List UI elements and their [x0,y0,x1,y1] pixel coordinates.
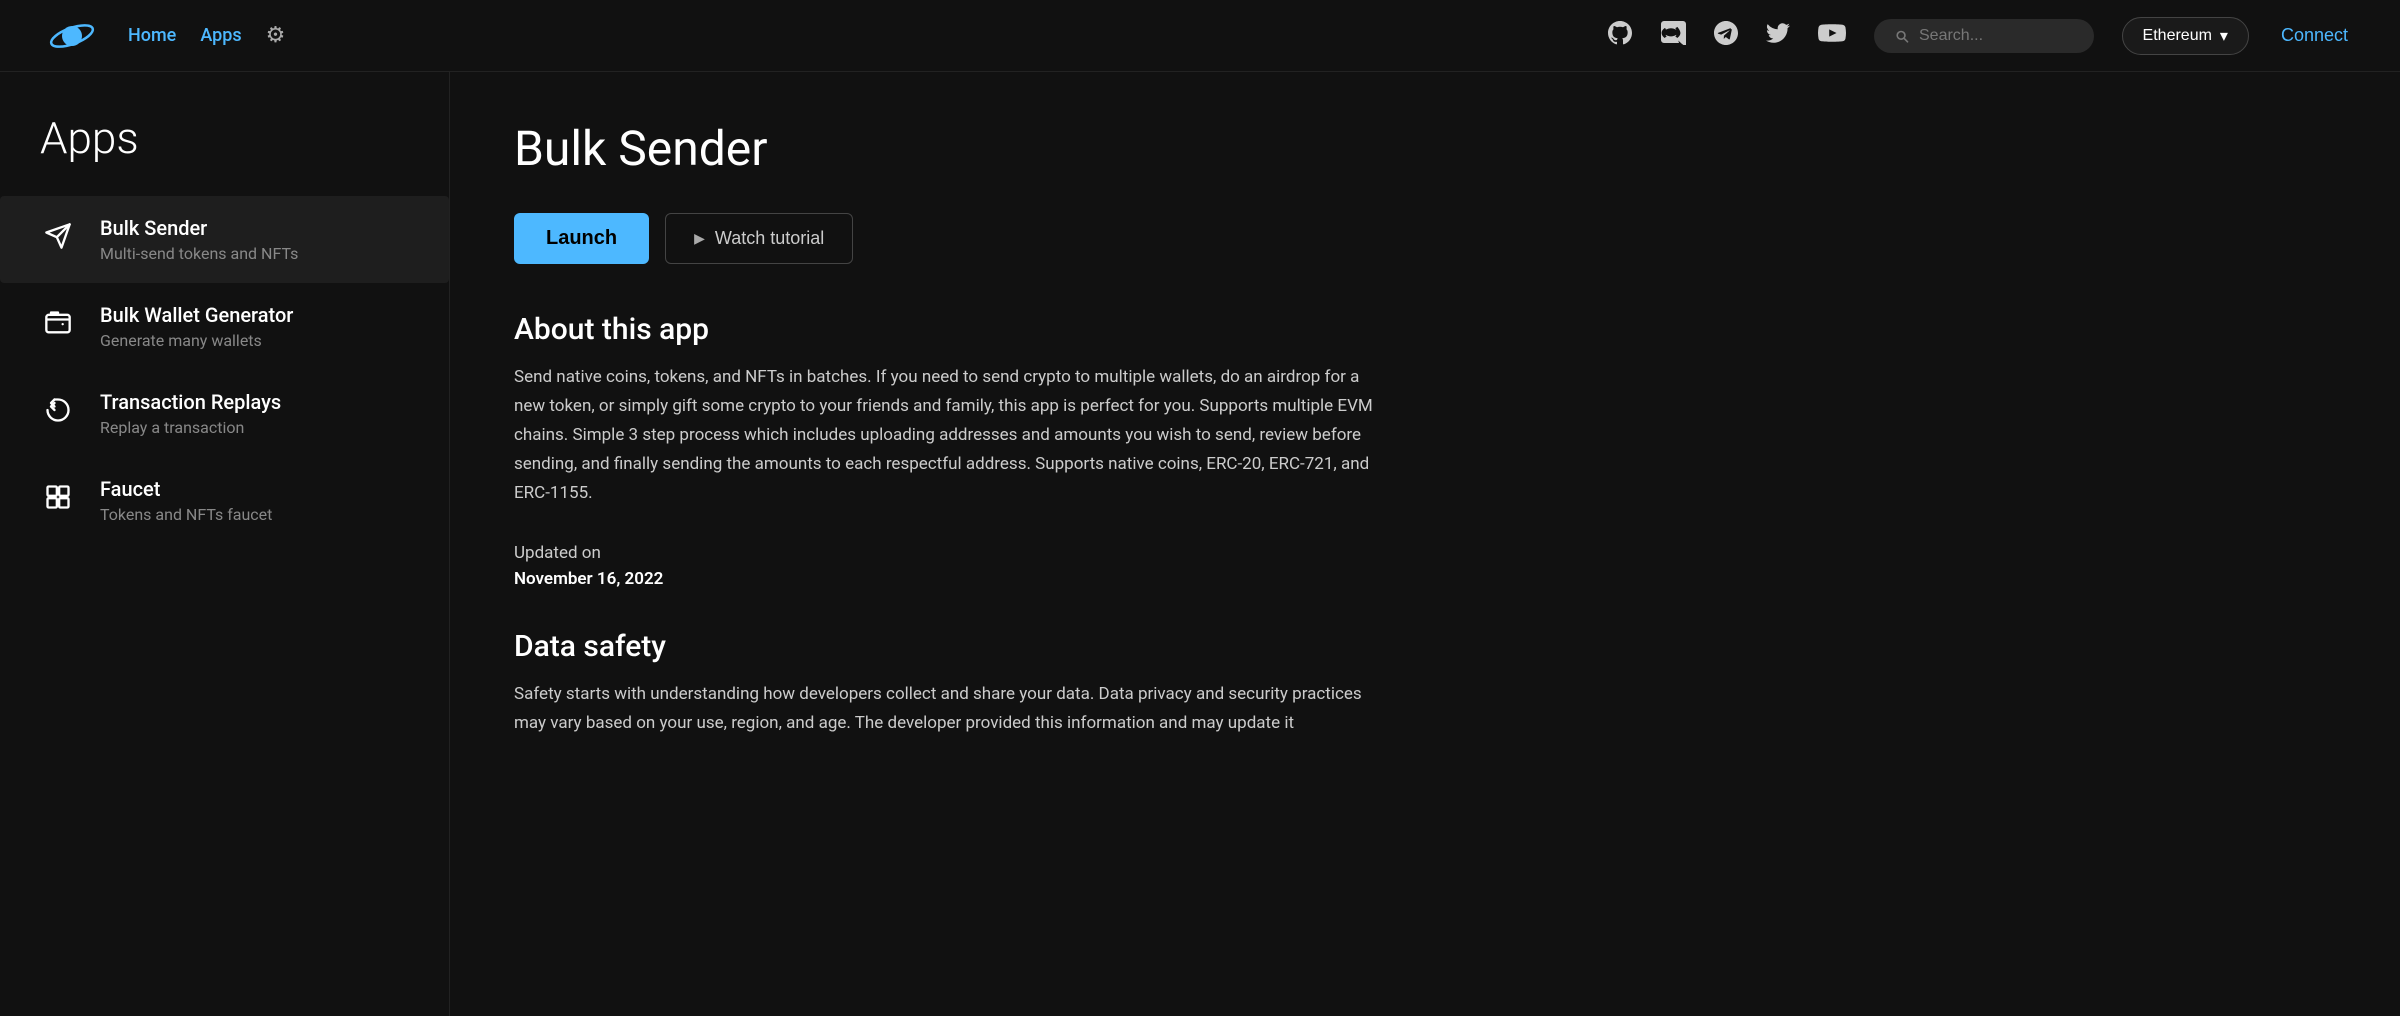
logo[interactable] [48,12,96,60]
header: Home Apps ⚙ Ethereum ▾ [0,0,2400,72]
watch-tutorial-label: Watch tutorial [715,228,824,249]
discord-icon[interactable] [1660,21,1686,51]
sidebar-title: Apps [0,112,449,196]
data-safety-title: Data safety [514,629,2336,664]
main-layout: Apps Bulk Sender Multi-send tokens and N… [0,72,2400,1016]
connect-button[interactable]: Connect [2277,17,2352,54]
twitter-icon[interactable] [1766,21,1790,51]
sidebar: Apps Bulk Sender Multi-send tokens and N… [0,72,450,1016]
network-label: Ethereum [2143,27,2212,45]
sidebar-item-bulk-sender-desc: Multi-send tokens and NFTs [100,244,298,263]
content-area: Bulk Sender Launch ▶ Watch tutorial Abou… [450,72,2400,1016]
network-selector[interactable]: Ethereum ▾ [2122,17,2249,55]
updated-date: November 16, 2022 [514,569,2336,589]
send-icon [40,218,76,254]
nav-apps[interactable]: Apps [200,25,241,46]
sidebar-item-bulk-wallet-generator[interactable]: Bulk Wallet Generator Generate many wall… [0,283,449,370]
sidebar-item-faucet-text: Faucet Tokens and NFTs faucet [100,477,272,524]
social-icons: Ethereum ▾ Connect [1608,17,2352,55]
sidebar-item-bulk-wallet-desc: Generate many wallets [100,331,293,350]
launch-button[interactable]: Launch [514,213,649,264]
sidebar-item-bulk-sender-name: Bulk Sender [100,216,298,240]
sidebar-item-transaction-replays[interactable]: Transaction Replays Replay a transaction [0,370,449,457]
about-text: Send native coins, tokens, and NFTs in b… [514,363,1374,507]
action-buttons: Launch ▶ Watch tutorial [514,213,2336,264]
about-title: About this app [514,312,2336,347]
sidebar-item-transaction-replays-desc: Replay a transaction [100,418,281,437]
sidebar-item-bulk-wallet-name: Bulk Wallet Generator [100,303,293,327]
youtube-icon[interactable] [1818,21,1846,51]
search-input[interactable] [1919,27,2074,45]
sidebar-item-faucet[interactable]: Faucet Tokens and NFTs faucet [0,457,449,544]
data-safety-text: Safety starts with understanding how dev… [514,680,1374,738]
telegram-icon[interactable] [1714,21,1738,51]
search-icon [1894,27,1909,45]
faucet-icon [40,479,76,515]
search-bar[interactable] [1874,19,2094,53]
updated-label: Updated on [514,543,2336,563]
sidebar-item-bulk-sender[interactable]: Bulk Sender Multi-send tokens and NFTs [0,196,449,283]
sidebar-item-transaction-replays-name: Transaction Replays [100,390,281,414]
github-icon[interactable] [1608,21,1632,51]
sidebar-item-faucet-name: Faucet [100,477,272,501]
sidebar-item-bulk-wallet-text: Bulk Wallet Generator Generate many wall… [100,303,293,350]
nav-links: Home Apps ⚙ [128,23,285,48]
replay-icon [40,392,76,428]
app-title: Bulk Sender [514,120,2336,177]
play-icon: ▶ [694,230,705,247]
settings-icon[interactable]: ⚙ [266,23,286,48]
sidebar-item-bulk-sender-text: Bulk Sender Multi-send tokens and NFTs [100,216,298,263]
watch-tutorial-button[interactable]: ▶ Watch tutorial [665,213,853,264]
chevron-down-icon: ▾ [2220,26,2228,46]
wallet-icon [40,305,76,341]
sidebar-item-faucet-desc: Tokens and NFTs faucet [100,505,272,524]
sidebar-item-transaction-replays-text: Transaction Replays Replay a transaction [100,390,281,437]
logo-icon [48,12,96,60]
nav-home[interactable]: Home [128,25,176,46]
